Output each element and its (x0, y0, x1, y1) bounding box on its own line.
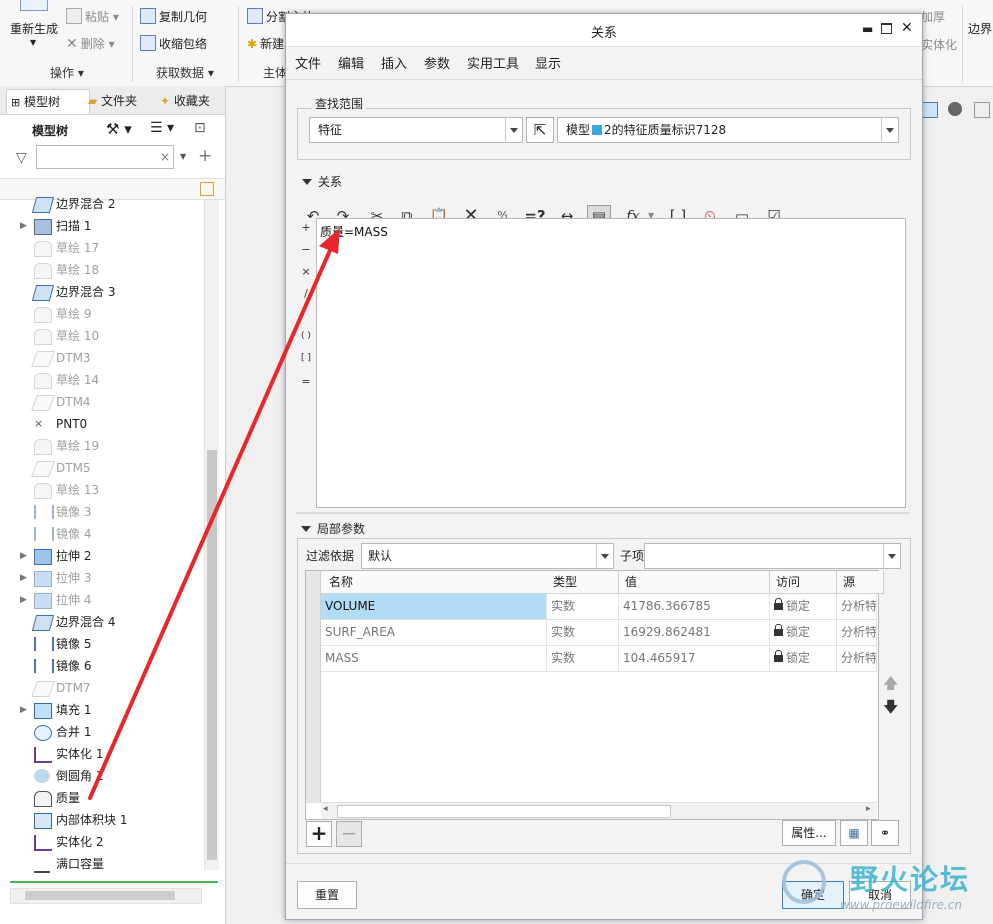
annotation-arrow (88, 228, 340, 800)
arrow-head-icon (319, 228, 340, 254)
arrow-shaft (88, 246, 333, 800)
